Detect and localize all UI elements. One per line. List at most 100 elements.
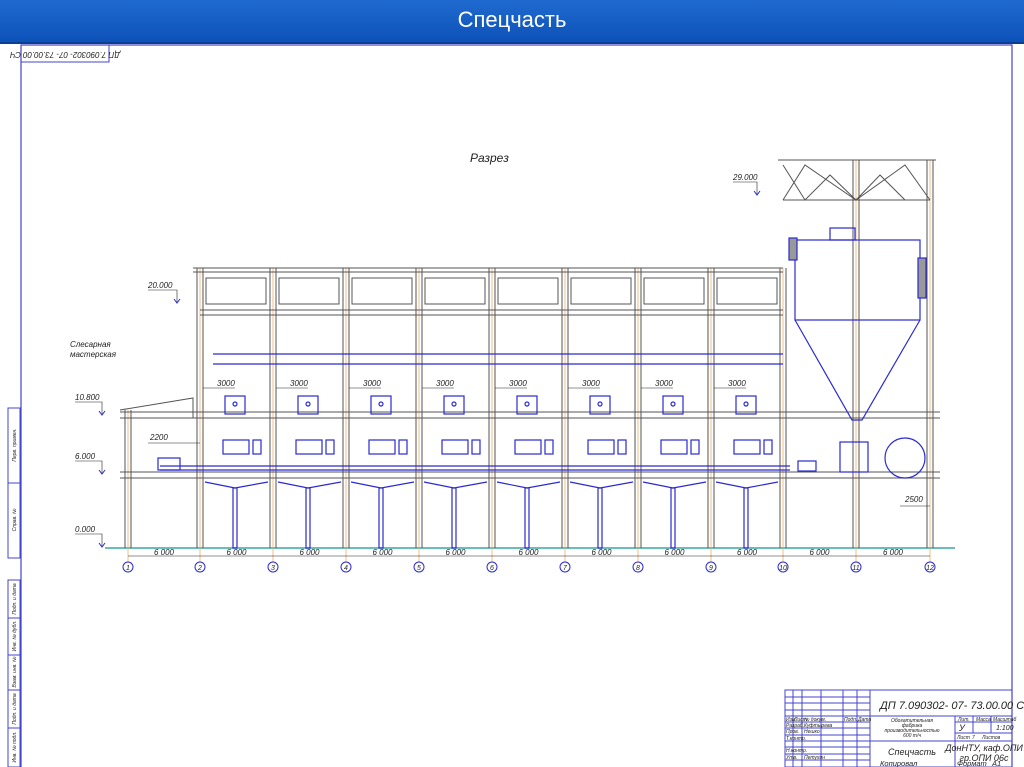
elevation-label-roof_tower: 29.000 bbox=[732, 173, 758, 182]
side-stamp-label: Инв. № дубл. bbox=[12, 621, 18, 652]
motor-pump bbox=[252, 439, 262, 455]
sheet-label: Лист bbox=[956, 735, 970, 741]
roof-truss bbox=[278, 277, 340, 305]
hdr-date: Дата bbox=[857, 717, 871, 723]
elevation-leader bbox=[148, 289, 178, 302]
format-label: Формат bbox=[957, 759, 987, 767]
role-3: Т.контр. bbox=[786, 736, 806, 742]
axis-number: 10 bbox=[779, 565, 787, 572]
side-stamp-label: Инв. № подл. bbox=[12, 731, 18, 762]
sheets-label: Листов bbox=[981, 735, 1001, 741]
labels: 1 2 3 4 5 6 7 8 9 10 11 126 000 6 000 6 000 6 000 6 000… bbox=[126, 379, 934, 572]
axis-number: 8 bbox=[636, 565, 640, 572]
truss bbox=[782, 164, 931, 201]
filter-unit bbox=[443, 395, 465, 415]
bay-dimension: 6 000 bbox=[883, 548, 904, 557]
roof-truss bbox=[351, 277, 413, 305]
side-stamp-label: Подп. и дата bbox=[12, 583, 18, 615]
bay-dimension: 6 000 bbox=[591, 548, 612, 557]
feeder bbox=[839, 441, 869, 473]
hopper bbox=[350, 481, 415, 489]
axis-number: 2 bbox=[197, 565, 202, 572]
motor bbox=[295, 439, 323, 455]
filter-unit bbox=[224, 395, 246, 415]
bunker bbox=[794, 239, 921, 321]
filter-unit bbox=[662, 395, 684, 415]
motor-pump bbox=[763, 439, 773, 455]
filter-unit bbox=[370, 395, 392, 415]
hdr-sign: Подп. bbox=[844, 717, 857, 723]
chute bbox=[743, 487, 749, 549]
axis-number: 3 bbox=[271, 565, 275, 572]
hopper bbox=[569, 481, 634, 489]
workshop-label-2: мастерская bbox=[70, 350, 117, 359]
side-stamp-label: Перв. примен. bbox=[12, 428, 18, 461]
chute bbox=[232, 487, 238, 549]
filter-unit bbox=[516, 395, 538, 415]
side-stamp-label: Справ. № bbox=[12, 508, 18, 531]
motor bbox=[587, 439, 615, 455]
chute bbox=[451, 487, 457, 549]
filter-center bbox=[597, 401, 603, 407]
elevation-leader bbox=[733, 181, 758, 194]
lit-value: У bbox=[958, 723, 966, 733]
chute bbox=[378, 487, 384, 549]
offset-dimension: 2500 bbox=[904, 495, 923, 504]
hopper bbox=[204, 481, 269, 489]
motor bbox=[441, 439, 469, 455]
motor-pump bbox=[471, 439, 481, 455]
bay-dimension: 6 000 bbox=[154, 548, 175, 557]
slide-title-bar: Спецчасть bbox=[0, 0, 1024, 44]
conveyor-drive bbox=[157, 457, 181, 471]
scale-value: 1:100 bbox=[996, 725, 1014, 732]
chute bbox=[670, 487, 676, 549]
filter-unit bbox=[589, 395, 611, 415]
bunker-cone bbox=[794, 319, 921, 421]
conveyor-drive bbox=[797, 460, 817, 472]
elevation-label-roof: 20.000 bbox=[147, 281, 173, 290]
motor-pump bbox=[690, 439, 700, 455]
hopper bbox=[642, 481, 707, 489]
chute bbox=[524, 487, 530, 549]
engineering-drawing: ДП 7.090302- 07- 73.00.00 СЧ 1 2 3 4 5 6 7 8 9 10… bbox=[7, 44, 1024, 767]
spacing-dimension: 3000 bbox=[728, 379, 746, 388]
spacing-dimension: 3000 bbox=[509, 379, 527, 388]
slide-title: Спецчасть bbox=[457, 7, 567, 32]
filter-center bbox=[670, 401, 676, 407]
elevation-label-ground: 0.000 bbox=[75, 525, 96, 534]
filter-center bbox=[451, 401, 457, 407]
motor-pump bbox=[617, 439, 627, 455]
motor bbox=[514, 439, 542, 455]
elevation-leader bbox=[75, 401, 103, 414]
spacing-dimension: 3000 bbox=[363, 379, 381, 388]
bay-dimension: 6 000 bbox=[737, 548, 758, 557]
scale-label: Масштаб bbox=[993, 717, 1017, 723]
hopper bbox=[496, 481, 561, 489]
vent-grille bbox=[917, 257, 927, 299]
elevation-leader bbox=[75, 460, 103, 473]
bay-dimension: 6 000 bbox=[518, 548, 539, 557]
filter-center bbox=[378, 401, 384, 407]
elevation-label-floor: 6.000 bbox=[75, 452, 96, 461]
sheet-no: 7 bbox=[972, 735, 975, 741]
motor bbox=[368, 439, 396, 455]
roof-truss bbox=[570, 277, 632, 305]
motor-pump bbox=[398, 439, 408, 455]
title-block-code: ДП 7.090302- 07- 73.00.00 СЧ bbox=[878, 700, 1024, 712]
elevation-marks: 29.000 20.000 10.800 6.000 0.000 bbox=[75, 173, 761, 548]
chute bbox=[305, 487, 311, 549]
axis-number: 6 bbox=[490, 565, 494, 572]
roof-truss bbox=[716, 277, 778, 305]
bay-dimension: 6 000 bbox=[809, 548, 830, 557]
axis-number: 12 bbox=[926, 565, 934, 572]
role-5: Утв. bbox=[786, 755, 797, 761]
spacing-dimension: 3000 bbox=[655, 379, 673, 388]
motor bbox=[660, 439, 688, 455]
roof-truss bbox=[205, 277, 267, 305]
chute bbox=[597, 487, 603, 549]
stamp-mirrored: ДП 7.090302- 07- 73.00.00 СЧ bbox=[9, 50, 120, 59]
offset-dimension: 2200 bbox=[149, 433, 168, 442]
format-value: А1 bbox=[991, 759, 1001, 767]
side-stamp-label: Взам. инв. № bbox=[12, 656, 18, 688]
filter-center bbox=[232, 401, 238, 407]
